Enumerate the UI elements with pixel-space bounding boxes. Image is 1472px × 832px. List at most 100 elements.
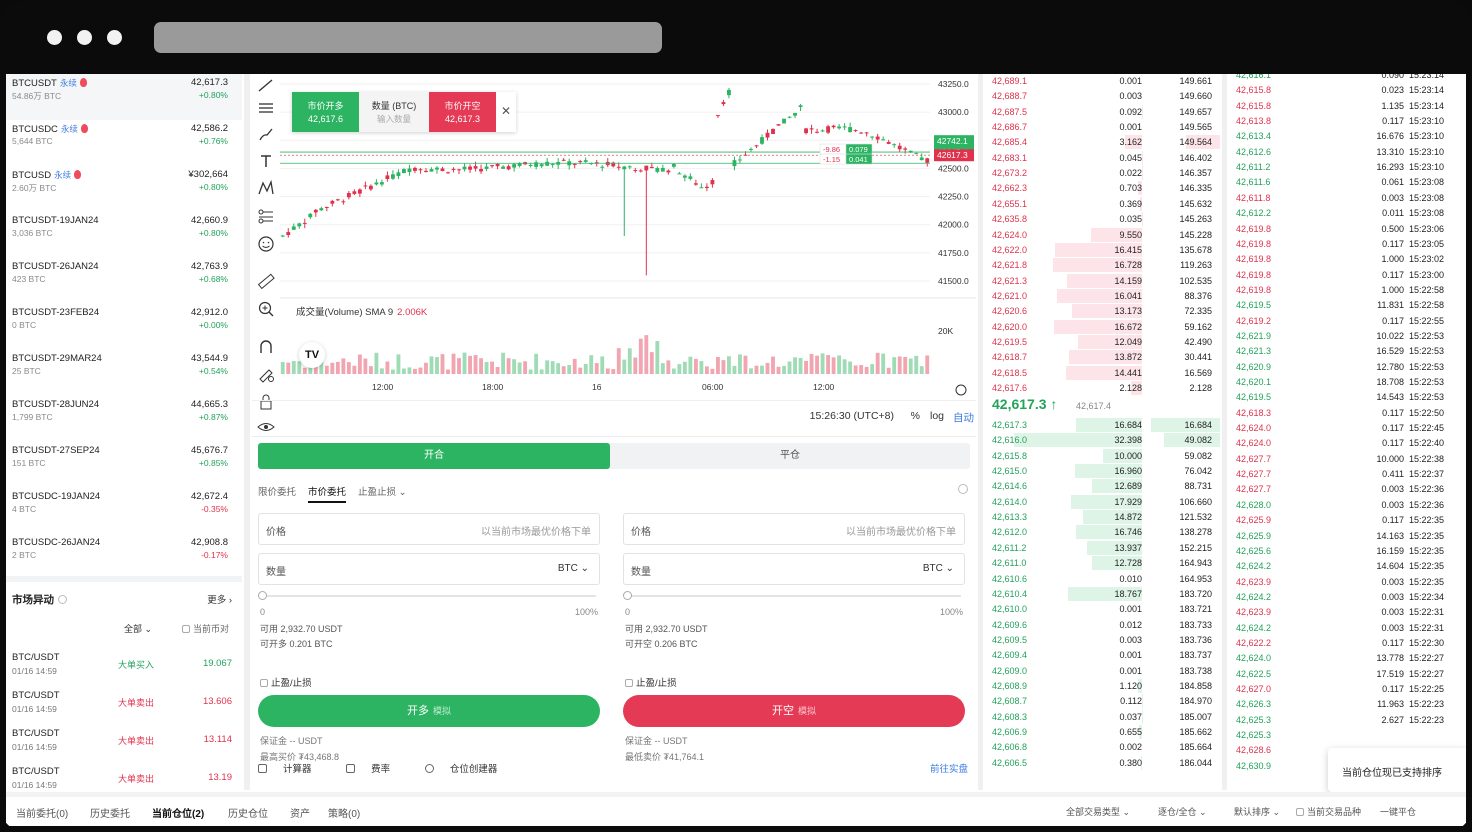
bid-row[interactable]: 42,606.5 0.380 186.044 (984, 755, 1220, 771)
info-icon[interactable] (958, 484, 968, 494)
symbol-row[interactable]: BTCUSDC-26JAN24 2 BTC 42,908.8 -0.17% (6, 534, 242, 574)
auto-scale-toggle[interactable]: 自动 (953, 410, 974, 425)
ruler-icon[interactable] (257, 272, 275, 290)
fib-icon[interactable] (257, 207, 275, 225)
ask-row[interactable]: 42,685.4 3.162 149.564 (984, 135, 1220, 150)
magnet-icon[interactable] (257, 338, 275, 356)
ask-row[interactable]: 42,689.1 0.001 149.661 (984, 74, 1220, 89)
tab-order-history[interactable]: 历史委托 (90, 805, 130, 820)
address-bar[interactable] (154, 22, 662, 53)
bid-row[interactable]: 42,610.0 0.001 183.721 (984, 602, 1220, 617)
close-icon[interactable]: ✕ (496, 92, 516, 132)
ask-row[interactable]: 42,662.3 0.703 146.335 (984, 181, 1220, 196)
current-symbol-filter[interactable]: 当前交易品种 (1296, 805, 1361, 818)
bid-row[interactable]: 42,609.5 0.003 183.736 (984, 633, 1220, 648)
sell-qty-slider[interactable] (623, 591, 965, 601)
zoom-in-icon[interactable] (257, 300, 275, 318)
tab-open-orders[interactable]: 当前委托(0) (16, 805, 68, 820)
ask-row[interactable]: 42,635.8 0.035 145.263 (984, 212, 1220, 227)
tradingview-logo-icon[interactable]: TV (299, 342, 325, 368)
emoji-icon[interactable] (257, 235, 275, 253)
slider-handle[interactable] (623, 591, 632, 600)
slider-handle[interactable] (258, 591, 267, 600)
ask-row[interactable]: 42,621.8 16.728 119.263 (984, 258, 1220, 273)
bid-row[interactable]: 42,615.0 16.960 76.042 (984, 464, 1220, 479)
tab-positions[interactable]: 当前仓位(2) (152, 805, 204, 820)
symbol-row[interactable]: BTCUSDC-19JAN24 4 BTC 42,672.4 -0.35% (6, 488, 242, 534)
line-tool-icon[interactable] (257, 76, 275, 94)
bid-row[interactable]: 42,614.6 12.689 88.731 (984, 479, 1220, 494)
goto-live-link[interactable]: 前往实盘 (930, 761, 968, 775)
ask-row[interactable]: 42,655.1 0.369 145.632 (984, 196, 1220, 212)
symbol-row[interactable]: BTCUSDT-27SEP24 151 BTC 45,676.7 +0.85% (6, 442, 242, 488)
symbol-row[interactable]: BTCUSDC 永续 5,644 BTC 42,586.2 +0.76% (6, 120, 242, 166)
buy-tpsl-checkbox[interactable]: 止盈/止损 (260, 675, 312, 689)
window-dot-icon[interactable] (77, 30, 92, 45)
tab-market-order[interactable]: 市价委托 (308, 484, 347, 503)
log-scale-toggle[interactable]: log (930, 410, 944, 422)
ask-row[interactable]: 42,624.0 9.550 145.228 (984, 227, 1220, 243)
market-mover-row[interactable]: BTC/USDT 01/16 14:59 大单卖出 13.114 (12, 728, 232, 764)
quick-buy-button[interactable]: 市价开多 42,617.6 (292, 92, 359, 132)
bid-row[interactable]: 42,615.8 10.000 59.082 (984, 448, 1220, 464)
bid-row[interactable]: 42,611.0 12.728 164.943 (984, 556, 1220, 571)
symbol-row[interactable]: BTCUSDT 永续 54.86万 BTC 42,617.3 +0.80% (6, 74, 242, 120)
bid-row[interactable]: 42,616.0 32.398 49.082 (984, 433, 1220, 448)
filter-dropdown[interactable]: 全部 ⌄ (124, 622, 152, 635)
sort-filter[interactable]: 默认排序 ⌄ (1234, 805, 1280, 818)
more-link[interactable]: 更多 › (207, 592, 232, 606)
ask-row[interactable]: 42,622.0 16.415 135.678 (984, 242, 1220, 258)
ask-row[interactable]: 42,620.6 13.173 72.335 (984, 304, 1220, 319)
bid-row[interactable]: 42,608.3 0.037 185.007 (984, 709, 1220, 725)
buy-qty-slider[interactable] (258, 591, 600, 601)
tab-limit-order[interactable]: 限价委托 (258, 484, 296, 498)
position-builder-button[interactable]: 仓位创建器 (424, 764, 514, 775)
ask-row[interactable]: 42,619.5 12.049 42.490 (984, 334, 1220, 350)
percent-scale-toggle[interactable]: % (911, 410, 920, 422)
bid-row[interactable]: 42,610.6 0.010 164.953 (984, 571, 1220, 587)
current-pair-checkbox[interactable]: 当前币对 (182, 622, 229, 635)
horizontal-lines-icon[interactable] (257, 99, 275, 117)
sell-tpsl-checkbox[interactable]: 止盈/止损 (625, 675, 677, 689)
bid-row[interactable]: 42,609.6 0.012 183.733 (984, 617, 1220, 633)
ask-row[interactable]: 42,621.3 14.159 102.535 (984, 273, 1220, 289)
bid-row[interactable]: 42,617.3 16.684 16.684 (984, 418, 1220, 433)
ask-row[interactable]: 42,620.0 16.672 59.162 (984, 319, 1220, 335)
bid-row[interactable]: 42,610.4 18.767 183.720 (984, 586, 1220, 602)
text-tool-icon[interactable] (257, 152, 275, 170)
ask-row[interactable]: 42,617.6 2.128 2.128 (984, 381, 1220, 396)
window-dot-icon[interactable] (47, 30, 62, 45)
pattern-icon[interactable] (257, 179, 275, 197)
tab-close-position[interactable]: 平仓 (610, 443, 970, 469)
ask-row[interactable]: 42,673.2 0.022 146.357 (984, 166, 1220, 181)
tab-tpsl-order[interactable]: 止盈止损 ⌄ (358, 484, 407, 498)
unit-dropdown[interactable]: BTC ⌄ (558, 563, 589, 574)
symbol-row[interactable]: BTCUSD 永续 2.60万 BTC ¥302,664 +0.80% (6, 166, 242, 212)
symbol-row[interactable]: BTCUSDT-28JUN24 1,799 BTC 44,665.3 +0.87% (6, 396, 242, 442)
open-short-button[interactable]: 开空 模拟 (623, 695, 965, 727)
bid-row[interactable]: 42,611.2 13.937 152.215 (984, 540, 1220, 556)
bid-row[interactable]: 42,614.0 17.929 106.660 (984, 494, 1220, 510)
ask-row[interactable]: 42,687.5 0.092 149.657 (984, 104, 1220, 120)
sell-qty-field[interactable]: 数量 BTC ⌄ (623, 553, 965, 585)
margin-mode-filter[interactable]: 逐仓/全仓 ⌄ (1158, 805, 1207, 818)
quick-sell-button[interactable]: 市价开空 42,617.3 (429, 92, 496, 132)
brush-icon[interactable] (257, 126, 275, 144)
market-mover-row[interactable]: BTC/USDT 01/16 14:59 大单卖出 13.606 (12, 690, 232, 726)
ask-row[interactable]: 42,618.5 14.441 16.569 (984, 365, 1220, 381)
tab-open-position[interactable]: 开合 (258, 443, 610, 469)
ask-row[interactable]: 42,618.7 13.872 30.441 (984, 350, 1220, 365)
bid-row[interactable]: 42,609.0 0.001 183.738 (984, 664, 1220, 679)
ask-row[interactable]: 42,686.7 0.001 149.565 (984, 120, 1220, 135)
ask-row[interactable]: 42,683.1 0.045 146.402 (984, 150, 1220, 166)
symbol-row[interactable]: BTCUSDT-23FEB24 0 BTC 42,912.0 +0.00% (6, 304, 242, 350)
checkbox-icon[interactable] (1296, 808, 1304, 816)
bid-row[interactable]: 42,606.9 0.655 185.662 (984, 725, 1220, 740)
symbol-row[interactable]: BTCUSDT-19JAN24 3,036 BTC 42,660.9 +0.80% (6, 212, 242, 258)
unit-dropdown[interactable]: BTC ⌄ (923, 563, 954, 574)
symbol-row[interactable]: BTCUSDT-26JAN24 423 BTC 42,763.9 +0.68% (6, 258, 242, 304)
calculator-button[interactable]: 计算器 (258, 764, 328, 775)
bid-row[interactable]: 42,608.9 1.120 184.858 (984, 678, 1220, 694)
lock-drawing-icon[interactable] (257, 365, 275, 383)
buy-qty-field[interactable]: 数量 BTC ⌄ (258, 553, 600, 585)
